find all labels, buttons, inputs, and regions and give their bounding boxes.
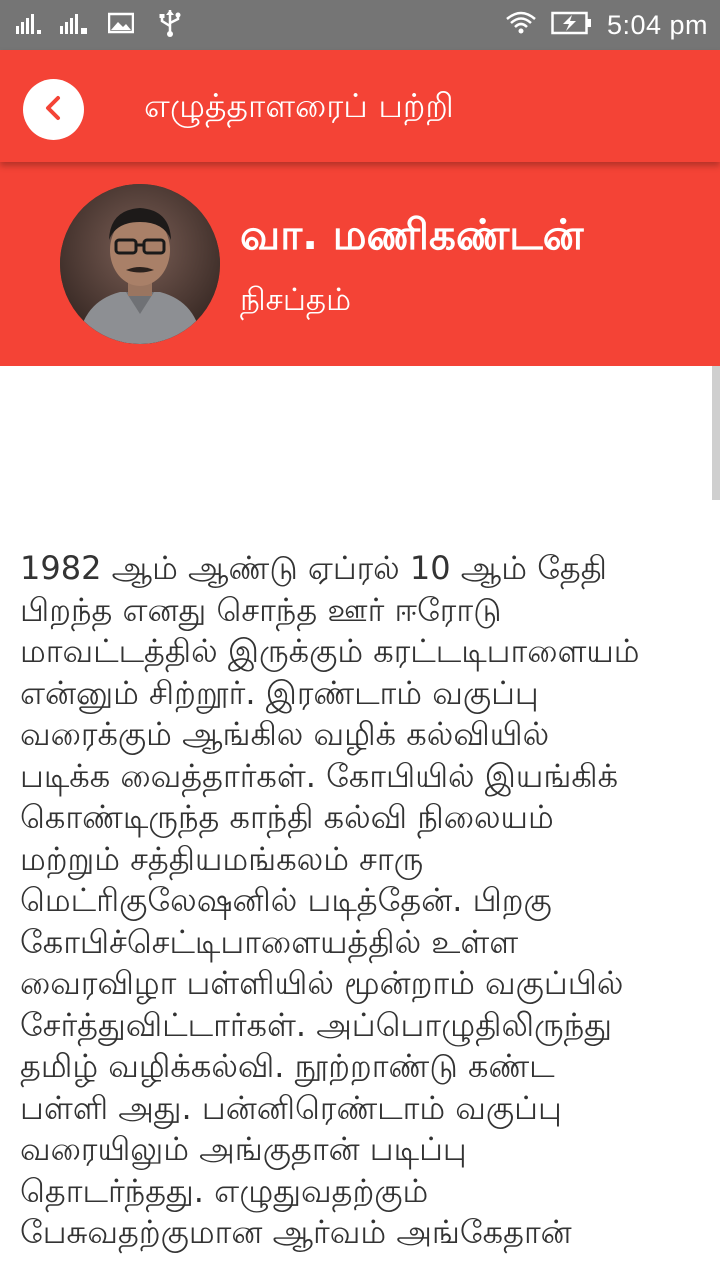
battery-charging-icon xyxy=(551,11,593,39)
usb-icon xyxy=(158,9,182,41)
author-blog: நிசப்தம் xyxy=(240,282,352,318)
bio-line: வைரவிழா பள்ளியில் மூன்றாம் வகுப்பில் xyxy=(20,964,624,1002)
signal-1-icon xyxy=(16,12,46,38)
bio-line: தொடர்ந்தது. எழுதுவதற்கும் xyxy=(20,1171,429,1210)
bio-line: தமிழ் வழிக்கல்வி. நூற்றாண்டு கண்ட xyxy=(20,1047,555,1085)
bio-line: படிக்க வைத்தார்கள். கோபியில் இயங்கிக் xyxy=(20,756,619,795)
bio-line: 1982 ஆம் ஆண்டு ஏப்ரல் 10 ஆம் தேதி xyxy=(20,549,607,587)
author-bio: 1982 ஆம் ஆண்டு ஏப்ரல் 10 ஆம் தேதி பிறந்த… xyxy=(20,548,700,1254)
page-title: எழுத்தாளரைப் பற்றி xyxy=(144,86,454,125)
status-time: 5:04 pm xyxy=(606,9,708,40)
bio-line: பள்ளி அது. பன்னிரெண்டாம் வகுப்பு xyxy=(20,1088,562,1127)
back-button[interactable] xyxy=(23,79,84,140)
bio-line: மற்றும் சத்தியமங்கலம் சாரு xyxy=(20,839,424,878)
bio-line: மெட்ரிகுலேஷனில் படித்தேன். பிறகு xyxy=(20,881,552,919)
bio-line: பிறந்த எனது சொந்த ஊர் ஈரோடு xyxy=(20,590,502,629)
signal-2-icon xyxy=(60,12,94,38)
chevron-left-icon xyxy=(39,93,69,127)
bio-line: வரையிலும் அங்குதான் படிப்பு xyxy=(20,1130,467,1168)
wifi-icon xyxy=(505,11,537,39)
bio-line: கொண்டிருந்த காந்தி கல்வி நிலையம் xyxy=(20,798,554,836)
bio-line: சேர்த்துவிட்டார்கள். அப்பொழுதிலிருந்து xyxy=(20,1005,612,1044)
bio-line: என்னும் சிற்றூர். இரண்டாம் வகுப்பு xyxy=(20,673,539,712)
author-name: வா. மணிகண்டன் xyxy=(240,210,584,259)
image-icon xyxy=(107,12,135,38)
app-bar: எழுத்தாளரைப் பற்றி xyxy=(0,50,720,162)
bio-line: கோபிச்செட்டிபாளையத்தில் உள்ள xyxy=(20,922,519,961)
bio-line: வரைக்கும் ஆங்கில வழிக் கல்வியில் xyxy=(20,715,550,753)
status-bar: 5:04 pm xyxy=(0,0,720,50)
avatar xyxy=(60,184,220,344)
bio-line: மாவட்டத்தில் இருக்கும் கரட்டடிபாளையம் xyxy=(20,632,640,670)
author-header: வா. மணிகண்டன் நிசப்தம் xyxy=(0,162,720,366)
scrollbar[interactable] xyxy=(712,366,720,500)
bio-line: பேசுவதற்குமான ஆர்வம் அங்கேதான் xyxy=(20,1213,572,1251)
